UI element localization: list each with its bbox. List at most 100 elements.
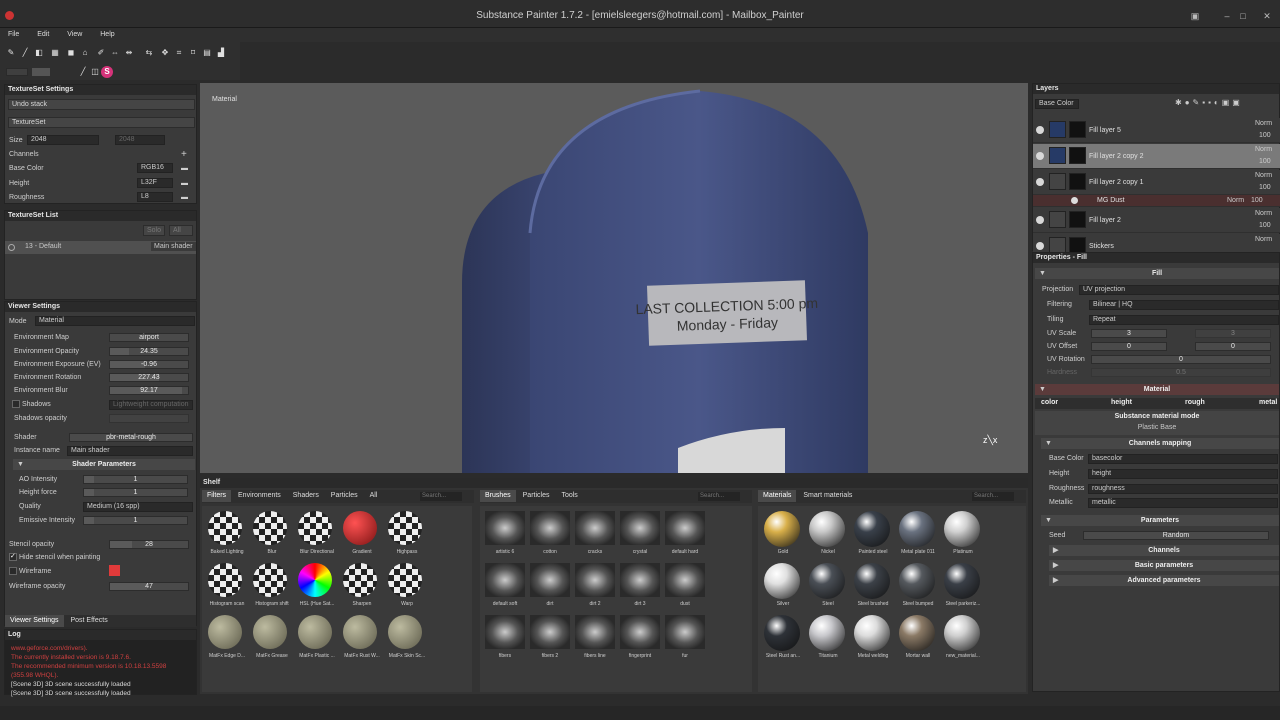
menu-view[interactable]: View	[59, 28, 90, 42]
tab-viewer-settings[interactable]: Viewer Settings	[5, 615, 64, 627]
substance-mode-value[interactable]: Plastic Base	[1035, 422, 1279, 433]
undo-stack-button[interactable]: Undo stack	[8, 99, 195, 110]
environment-map-select[interactable]: airport	[109, 333, 189, 342]
stroke-icon[interactable]: ╱	[78, 67, 88, 77]
channel-format[interactable]: L32F	[137, 178, 173, 188]
smudge-tool-icon[interactable]: ⌂	[80, 48, 90, 58]
tab-particles[interactable]: Particles	[326, 490, 363, 502]
brush-item[interactable]: dust	[663, 561, 707, 611]
environment-exposure-slider[interactable]: -0.96	[109, 360, 189, 369]
wireframe-checkbox[interactable]	[9, 567, 17, 576]
hardness-slider[interactable]: 0.5	[1091, 368, 1271, 377]
tab-height[interactable]: height	[1111, 399, 1132, 406]
maximize-button[interactable]: □	[1238, 12, 1248, 21]
material-item[interactable]: Steel Rust an...	[761, 613, 805, 663]
screenshot-icon[interactable]: ▤	[202, 48, 212, 58]
material-item[interactable]: Silver	[761, 561, 805, 611]
shader-parameters-header[interactable]: ▼ Shader Parameters	[13, 459, 195, 470]
uv-rotation-slider[interactable]: 0	[1091, 355, 1271, 364]
eraser-tool-icon[interactable]: ◧	[34, 48, 44, 58]
filter-item[interactable]: Histogram shift	[250, 561, 294, 611]
tab-metal[interactable]: metal	[1259, 399, 1277, 406]
move-icon[interactable]: ✥	[160, 48, 170, 58]
layer-opacity[interactable]: 100	[1259, 222, 1271, 229]
layer-row[interactable]: Fill layer 2 copy 1 Norm 100	[1033, 170, 1280, 195]
layer-row[interactable]: MG Dust Norm 100	[1033, 195, 1280, 207]
filter-item[interactable]: Highpass	[385, 509, 429, 559]
brush-item[interactable]: fibers 2	[528, 613, 572, 663]
brush-item[interactable]: fibers	[483, 613, 527, 663]
layer-row[interactable]: Fill layer 5 Norm 100	[1033, 118, 1280, 143]
uv-scale-slider-2[interactable]: 3	[1195, 329, 1271, 338]
tiling-select[interactable]: Repeat	[1089, 315, 1279, 325]
close-button[interactable]: ✕	[1262, 12, 1272, 21]
filters-search-input[interactable]: Search...	[420, 492, 462, 501]
brush-size-field[interactable]	[6, 68, 28, 76]
layer-row[interactable]: Fill layer 2 Norm 100	[1033, 208, 1280, 233]
material-item[interactable]: Titanium	[806, 613, 850, 663]
quality-select[interactable]: Medium (16 spp)	[83, 502, 193, 512]
tab-smart-materials[interactable]: Smart materials	[798, 490, 857, 502]
material-header[interactable]: ▼ Material	[1035, 384, 1279, 395]
layer-opacity[interactable]: 100	[1259, 132, 1271, 139]
menu-help[interactable]: Help	[92, 28, 122, 42]
materials-search-input[interactable]: Search...	[972, 492, 1014, 501]
shader-select[interactable]: pbr-metal-rough	[69, 433, 193, 442]
layer-blend-mode[interactable]: Norm	[1255, 210, 1272, 217]
visibility-eye-icon[interactable]	[1036, 216, 1044, 224]
size-select[interactable]: 2048	[27, 135, 99, 145]
filter-item[interactable]: Warp	[385, 561, 429, 611]
ao-intensity-slider[interactable]: 1	[83, 475, 188, 484]
tab-environments[interactable]: Environments	[233, 490, 286, 502]
camera-reset-icon[interactable]: ⌑	[188, 48, 198, 58]
material-item[interactable]: Steel brushed	[851, 561, 895, 611]
material-item[interactable]: Nickel	[806, 509, 850, 559]
lazy-mouse-icon[interactable]: ◫	[90, 67, 100, 77]
visibility-icon[interactable]	[8, 244, 15, 251]
environment-blur-slider[interactable]: 92.17	[109, 386, 189, 395]
tab-materials[interactable]: Materials	[758, 490, 797, 502]
brush-item[interactable]: default hard	[663, 509, 707, 559]
mirror-icon[interactable]: ⇹	[124, 48, 134, 58]
brush-item[interactable]: cracks	[573, 509, 617, 559]
material-item[interactable]: Steel bumped	[896, 561, 940, 611]
tab-post-effects[interactable]: Post Effects	[65, 615, 112, 627]
brush-item[interactable]: cotton	[528, 509, 572, 559]
seed-slider[interactable]: Random	[1083, 531, 1269, 540]
remove-channel-icon[interactable]: ▬	[181, 163, 188, 174]
filter-item[interactable]: Sharpen	[340, 561, 384, 611]
filter-item[interactable]: MatFx Edge D...	[205, 613, 249, 663]
wireframe-color-swatch[interactable]	[109, 565, 120, 576]
shadows-mode-select[interactable]: Lightweight computation	[109, 400, 193, 410]
mapping-select[interactable]: roughness	[1088, 484, 1278, 494]
emissive-intensity-slider[interactable]: 1	[83, 516, 188, 525]
size-select-locked[interactable]: 2048	[115, 135, 165, 145]
brush-item[interactable]: crystal	[618, 509, 662, 559]
tab-tools[interactable]: Tools	[556, 490, 582, 502]
layer-opacity[interactable]: 100	[1259, 184, 1271, 191]
filter-item[interactable]: MatFx Plastic ...	[295, 613, 339, 663]
uv-offset-slider-2[interactable]: 0	[1195, 342, 1271, 351]
solo-button[interactable]: Solo	[143, 225, 165, 236]
material-item[interactable]: Metal welding	[851, 613, 895, 663]
menu-edit[interactable]: Edit	[29, 28, 57, 42]
mode-select[interactable]: Material	[35, 316, 195, 326]
all-button[interactable]: All	[169, 225, 193, 236]
material-item[interactable]: Gold	[761, 509, 805, 559]
filter-item[interactable]: Histogram scan	[205, 561, 249, 611]
hide-stencil-checkbox[interactable]: ✓	[9, 553, 17, 562]
material-item[interactable]: Painted steel	[851, 509, 895, 559]
tab-filters[interactable]: Filters	[202, 490, 232, 502]
channels-header[interactable]: ▶ Channels	[1049, 545, 1279, 556]
mapping-select[interactable]: metallic	[1088, 498, 1278, 508]
projection-tool-icon[interactable]: ▦	[50, 48, 60, 58]
layer-opacity[interactable]: 100	[1259, 158, 1271, 165]
3d-viewport[interactable]: Material LAST COLLECTION 5:00 pm Monday …	[200, 83, 1028, 473]
picker-tool-icon[interactable]: ✐	[96, 48, 106, 58]
filter-item[interactable]: Blur Directional	[295, 509, 339, 559]
tab-brushes[interactable]: Brushes	[480, 490, 516, 502]
tab-brush-particles[interactable]: Particles	[518, 490, 555, 502]
layer-opacity[interactable]: 100	[1251, 197, 1263, 204]
brush-item[interactable]: artistic 6	[483, 509, 527, 559]
filter-item[interactable]: MatFx Grease	[250, 613, 294, 663]
